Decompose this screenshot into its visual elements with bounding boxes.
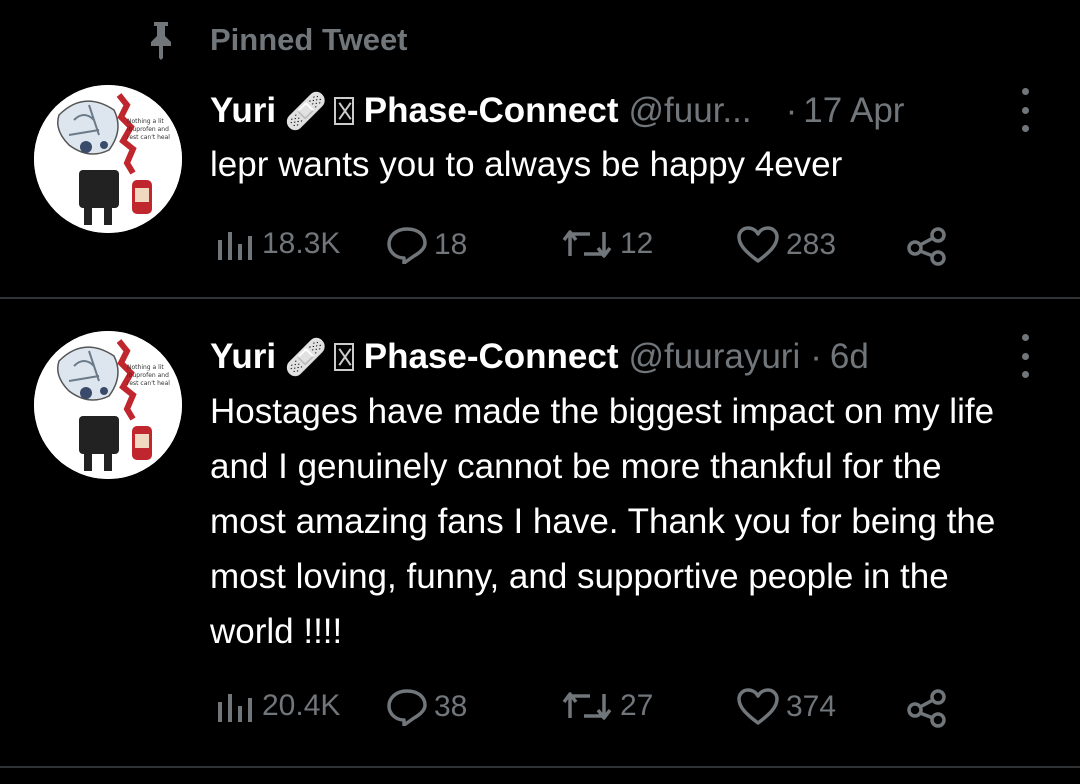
share-button[interactable] [906, 226, 954, 266]
views-count: 20.4K [262, 689, 341, 722]
views-icon [218, 694, 252, 722]
like-count: 283 [786, 228, 837, 261]
tweet-text: lepr wants you to always be happy 4ever [210, 145, 843, 184]
pinned-tweet-label: Pinned Tweet [210, 22, 408, 57]
reply-count: 18 [434, 228, 468, 261]
svg-text:Nothing a lit: Nothing a lit [127, 118, 164, 125]
share-button[interactable] [906, 688, 954, 728]
retweet-button[interactable]: 27 [560, 688, 653, 724]
retweet-count: 12 [620, 227, 654, 260]
pinned-header: Pinned Tweet [144, 20, 408, 60]
author-suffix[interactable]: Phase-Connect [364, 91, 619, 131]
views-count: 18.3K [262, 227, 341, 260]
more-options-icon[interactable] [1010, 88, 1040, 132]
views-button[interactable]: 20.4K [216, 688, 340, 724]
like-button[interactable]: 283 [736, 226, 836, 264]
separator-dot: · [810, 337, 822, 376]
views-icon [218, 232, 252, 260]
svg-text:rest can't heal: rest can't heal [127, 380, 170, 387]
tweet-text: Hostages have made the biggest impact on… [210, 392, 996, 651]
like-button[interactable]: 374 [736, 688, 836, 726]
reply-button[interactable]: 18 [386, 226, 467, 264]
svg-text:ibuprofen and: ibuprofen and [127, 372, 169, 379]
reply-count: 38 [434, 690, 468, 723]
bandage-emoji: 🩹 [284, 337, 328, 377]
retweet-icon [562, 692, 612, 720]
reply-icon [387, 227, 427, 264]
bandage-emoji: 🩹 [284, 91, 328, 131]
author-handle[interactable]: @fuurayuri [629, 337, 801, 377]
tweet-actions: 20.4K 38 27 374 [210, 682, 970, 732]
retweet-icon [562, 230, 612, 258]
like-count: 374 [786, 690, 837, 723]
svg-text:ibuprofen and: ibuprofen and [127, 126, 169, 133]
heart-icon [737, 226, 779, 263]
reply-button[interactable]: 38 [386, 688, 467, 726]
author-suffix[interactable]: Phase-Connect [364, 337, 619, 377]
missing-glyph-icon [333, 343, 354, 371]
separator-dot: · [785, 91, 798, 130]
tweet-header: Yuri 🩹 Phase-Connect @fuur... · 17 Apr [210, 86, 904, 136]
tweet-time[interactable]: 17 Apr [803, 91, 904, 131]
views-button[interactable]: 18.3K [216, 226, 340, 262]
author-name[interactable]: Yuri [210, 337, 276, 377]
share-icon [907, 227, 946, 266]
avatar[interactable]: Nothing a lit ibuprofen and rest can't h… [34, 331, 182, 479]
tweet[interactable]: Nothing a lit ibuprofen and rest can't h… [0, 80, 1080, 297]
tweet-divider [0, 766, 1080, 768]
tweet-time[interactable]: 6d [830, 337, 869, 377]
avatar[interactable]: Nothing a lit ibuprofen and rest can't h… [34, 85, 182, 233]
heart-icon [737, 688, 779, 725]
retweet-count: 27 [620, 689, 654, 722]
tweet-divider [0, 297, 1080, 299]
tweet-actions: 18.3K 18 12 283 [210, 220, 970, 270]
author-handle[interactable]: @fuur... [629, 91, 752, 131]
author-name[interactable]: Yuri [210, 91, 276, 131]
missing-glyph-icon [333, 97, 354, 125]
more-options-icon[interactable] [1010, 334, 1040, 378]
reply-icon [387, 689, 427, 726]
share-icon [907, 689, 946, 728]
svg-text:Nothing a lit: Nothing a lit [127, 364, 164, 371]
svg-text:rest can't heal: rest can't heal [127, 134, 170, 141]
retweet-button[interactable]: 12 [560, 226, 653, 262]
tweet[interactable]: Nothing a lit ibuprofen and rest can't h… [0, 326, 1080, 764]
tweet-header: Yuri 🩹 Phase-Connect @fuurayuri · 6d [210, 332, 869, 382]
pin-icon [144, 20, 178, 60]
